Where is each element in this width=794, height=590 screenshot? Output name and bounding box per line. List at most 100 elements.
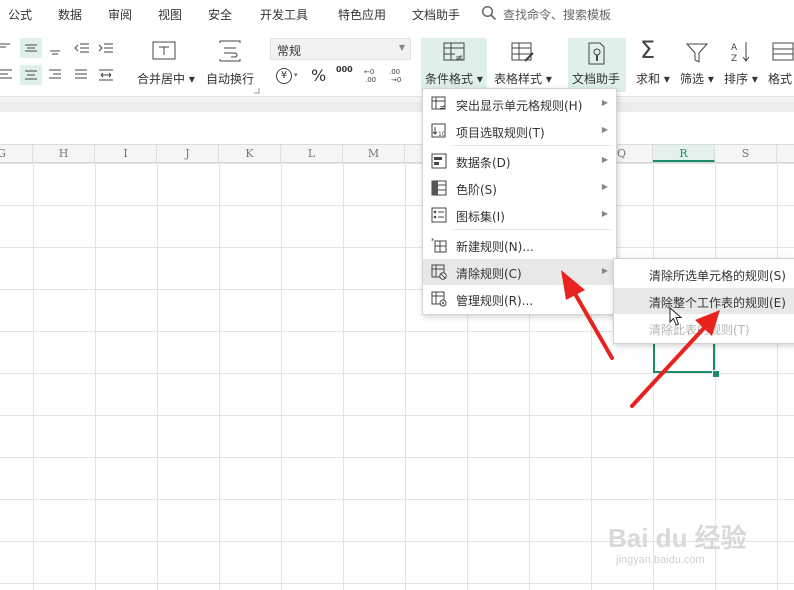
increase-indent-icon[interactable] [98, 42, 114, 56]
mouse-cursor-icon [669, 307, 683, 326]
svg-text:→0: →0 [391, 76, 401, 84]
sort-icon: AZ [731, 42, 750, 64]
column-header-i[interactable]: I [95, 145, 157, 162]
sum-button[interactable]: 求和 ▾ [636, 70, 670, 87]
percent-button[interactable]: % [311, 66, 326, 85]
conditional-format-label: 条件格式 ▾ [425, 72, 483, 86]
chevron-down-icon: ▼ [398, 43, 405, 52]
column-header-l[interactable]: L [281, 145, 343, 162]
menu-item-label: 新建规则(N)... [456, 240, 534, 254]
tab-view[interactable]: 视图 [158, 6, 182, 23]
tab-security[interactable]: 安全 [208, 6, 232, 23]
decrease-decimal-icon[interactable]: .00→0 [388, 66, 406, 84]
align-center-icon [25, 70, 37, 80]
doc-assistant-button[interactable]: 文档助手 [568, 38, 626, 92]
top-bottom-rules-icon: 10 [431, 123, 446, 138]
format-icon [772, 42, 794, 61]
sort-button[interactable]: 排序 ▾ [724, 70, 758, 87]
search-input[interactable]: 查找命令、搜索模板 [503, 6, 611, 23]
auto-wrap-button[interactable]: 自动换行 [206, 70, 254, 87]
chevron-right-icon: ▶ [601, 155, 608, 164]
column-header-j[interactable]: J [157, 145, 219, 162]
align-middle-icon [25, 44, 37, 52]
filter-button[interactable]: 筛选 ▾ [680, 70, 714, 87]
column-header-r[interactable]: R [653, 145, 715, 162]
number-format-value: 常规 [277, 44, 302, 58]
wrench-document-icon [588, 42, 605, 65]
distributed-align-icon[interactable] [98, 68, 114, 82]
tab-doc-assistant[interactable]: 文档助手 [412, 6, 460, 23]
conditional-format-button[interactable]: ≠ 条件格式 ▾ [421, 38, 487, 92]
tab-developer[interactable]: 开发工具 [260, 6, 308, 23]
baidu-watermark: Bai du 经验 [608, 523, 747, 553]
dialog-launcher-icon[interactable] [254, 88, 260, 94]
clear-this-table-rules: 清除此表的规则(T) [614, 315, 794, 341]
align-top-icon[interactable] [0, 42, 14, 54]
menu-item-label: 管理规则(R)... [456, 294, 534, 308]
align-left-icon[interactable] [0, 68, 14, 82]
menu-bar: 公式 数据 审阅 视图 安全 开发工具 特色应用 文档助手 查找命令、搜索模板 [0, 0, 794, 28]
justify-icon[interactable] [74, 68, 88, 82]
chevron-right-icon: ▶ [601, 125, 608, 134]
decrease-indent-icon[interactable] [74, 42, 90, 56]
currency-dropdown-icon[interactable]: ▾ [294, 71, 298, 79]
data-bars-icon [431, 153, 447, 169]
clear-entire-sheet-rules[interactable]: 清除整个工作表的规则(E) [614, 288, 794, 314]
new-rule-icon: * [431, 237, 447, 253]
manage-rules-icon [431, 291, 447, 307]
column-header-row: G H I J K L M N O P Q R S [0, 145, 794, 163]
format-button[interactable]: 格式 [768, 70, 792, 87]
column-header-k[interactable]: K [219, 145, 281, 162]
clear-rules-icon [431, 264, 447, 280]
align-right-icon[interactable] [48, 68, 62, 82]
clear-selected-cells-rules[interactable]: 清除所选单元格的规则(S) [614, 261, 794, 287]
align-center-button[interactable] [20, 65, 42, 85]
toolbar-separator [0, 102, 794, 112]
icon-sets-icon [431, 207, 447, 223]
chevron-right-icon: ▶ [601, 182, 608, 191]
svg-text:.00: .00 [365, 76, 376, 84]
column-header-s[interactable]: S [715, 145, 777, 162]
search-icon[interactable] [481, 5, 497, 21]
fill-handle[interactable] [712, 370, 720, 378]
thousands-separator-button[interactable]: 000 [336, 65, 353, 74]
clear-rules-submenu: 清除所选单元格的规则(S) 清除整个工作表的规则(E) 清除此表的规则(T) [613, 258, 794, 344]
menu-item-manage-rules[interactable]: 管理规则(R)... [423, 286, 616, 312]
tab-data[interactable]: 数据 [58, 6, 82, 23]
column-header-m[interactable]: M [343, 145, 405, 162]
svg-text:≠: ≠ [455, 53, 463, 64]
menu-item-color-scale[interactable]: 色阶(S) ▶ [423, 175, 616, 201]
svg-text:≠: ≠ [439, 103, 446, 112]
tab-features[interactable]: 特色应用 [338, 6, 386, 23]
menu-item-label: 清除规则(C) [456, 267, 522, 281]
menu-item-data-bars[interactable]: 数据条(D) ▶ [423, 148, 616, 174]
ribbon: 合并居中 ▾ 自动换行 常规 ▼ ¥ ▾ % 000 ←0.00 .00 →0 ≠… [0, 28, 794, 96]
menu-item-clear-rules[interactable]: 清除规则(C) ▶ [423, 259, 616, 285]
conditional-format-icon: ≠ [443, 42, 465, 64]
menu-divider [453, 229, 611, 230]
tab-formulas[interactable]: 公式 [8, 6, 32, 23]
menu-item-icon-sets[interactable]: 图标集(I) ▶ [423, 202, 616, 228]
merge-center-icon [152, 41, 176, 60]
menu-item-new-rule[interactable]: * 新建规则(N)... [423, 232, 616, 258]
menu-item-label: 色阶(S) [456, 183, 497, 197]
increase-decimal-icon[interactable]: ←0.00 [362, 66, 380, 84]
svg-text:Z: Z [731, 54, 737, 64]
svg-text:←0: ←0 [364, 68, 374, 76]
column-header-h[interactable]: H [33, 145, 95, 162]
align-bottom-icon[interactable] [48, 42, 62, 56]
chevron-right-icon: ▶ [601, 209, 608, 218]
svg-text:.00: .00 [389, 68, 400, 76]
menu-item-highlight-rules[interactable]: ≠ 突出显示单元格规则(H) ▶ [423, 91, 616, 117]
column-header-g[interactable]: G [0, 145, 33, 162]
table-style-button[interactable]: 表格样式 ▾ [494, 70, 552, 87]
currency-button[interactable]: ¥ [276, 68, 292, 84]
merge-center-button[interactable]: 合并居中 ▾ [137, 70, 195, 87]
menu-item-label: 项目选取规则(T) [456, 126, 545, 140]
align-middle-button[interactable] [20, 38, 42, 58]
table-style-icon [511, 42, 534, 62]
formula-bar[interactable] [0, 112, 794, 145]
tab-review[interactable]: 审阅 [108, 6, 132, 23]
number-format-select[interactable]: 常规 ▼ [270, 38, 411, 60]
menu-item-top-bottom-rules[interactable]: 10 项目选取规则(T) ▶ [423, 118, 616, 144]
